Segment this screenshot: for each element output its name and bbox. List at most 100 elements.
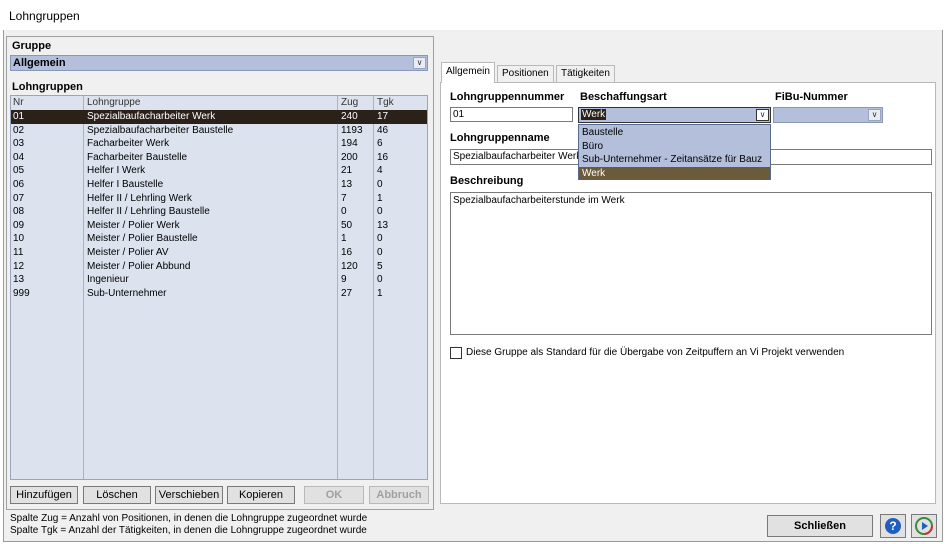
- table-row[interactable]: 04 Facharbeiter Baustelle 200 16: [11, 151, 427, 165]
- chevron-down-icon[interactable]: ∨: [413, 57, 426, 69]
- status-line-2: Spalte Tgk = Anzahl der Tätigkeiten, in …: [10, 525, 367, 536]
- gruppe-label: Gruppe: [12, 40, 52, 52]
- table-cell: Sub-Unternehmer: [87, 287, 167, 299]
- table-row[interactable]: 02 Spezialbaufacharbeiter Baustelle 1193 46: [11, 124, 427, 138]
- dropdown-option[interactable]: Baustelle: [579, 126, 770, 140]
- title-bar: Lohngruppen: [0, 0, 946, 30]
- table-cell: 9: [341, 274, 347, 286]
- move-button-label: Verschieben: [158, 489, 220, 501]
- table-row[interactable]: 11 Meister / Polier AV 16 0: [11, 246, 427, 260]
- beschreibung-label: Beschreibung: [450, 175, 524, 187]
- table-cell: 0: [341, 206, 347, 218]
- table-cell: 13: [13, 274, 25, 286]
- standard-checkbox-label[interactable]: Diese Gruppe als Standard für die Überga…: [466, 347, 844, 358]
- table-row[interactable]: 01 Spezialbaufacharbeiter Werk 240 17: [11, 110, 427, 124]
- table-row[interactable]: 999 Sub-Unternehmer 27 1: [11, 287, 427, 301]
- tab-taetigkeiten[interactable]: Tätigkeiten: [556, 65, 615, 82]
- beschaffung-select[interactable]: Werk ∨: [578, 107, 771, 123]
- window-title: Lohngruppen: [9, 9, 80, 23]
- beschaffung-value: Werk: [581, 109, 607, 120]
- table-cell: 7: [341, 192, 347, 204]
- table-row[interactable]: 09 Meister / Polier Werk 50 13: [11, 219, 427, 233]
- gruppe-select[interactable]: Allgemein ∨: [10, 55, 428, 71]
- status-line-1: Spalte Zug = Anzahl von Positionen, in d…: [10, 513, 368, 524]
- cancel-button[interactable]: Abbruch: [369, 486, 429, 504]
- add-button-label: Hinzufügen: [16, 489, 72, 501]
- table-row[interactable]: 10 Meister / Polier Baustelle 1 0: [11, 232, 427, 246]
- table-cell: 6: [377, 138, 383, 150]
- table-cell: 4: [377, 165, 383, 177]
- dropdown-option[interactable]: Sub-Unternehmer - Zeitansätze für Bauz: [579, 153, 770, 167]
- table-row[interactable]: 13 Ingenieur 9 0: [11, 273, 427, 287]
- table-row[interactable]: 07 Helfer II / Lehrling Werk 7 1: [11, 192, 427, 206]
- table-row[interactable]: 03 Facharbeiter Werk 194 6: [11, 137, 427, 151]
- chevron-down-icon[interactable]: ∨: [868, 109, 881, 121]
- table-cell: 06: [13, 179, 25, 190]
- table-cell: 46: [377, 124, 389, 136]
- table-cell: 0: [377, 233, 383, 245]
- table-cell: 0: [377, 247, 383, 258]
- dropdown-option[interactable]: Büro: [579, 140, 770, 154]
- column-header-nr[interactable]: Nr: [13, 97, 24, 108]
- ok-button[interactable]: OK: [304, 486, 364, 504]
- fibu-label: FiBu-Nummer: [775, 91, 848, 103]
- table-cell: Facharbeiter Werk: [87, 138, 170, 150]
- table-cell: 0: [377, 274, 383, 286]
- chevron-down-icon[interactable]: ∨: [756, 109, 769, 121]
- table-cell: 1: [341, 233, 347, 245]
- delete-button-label: Löschen: [96, 489, 138, 501]
- table-row[interactable]: 05 Helfer I Werk 21 4: [11, 164, 427, 178]
- column-header-zug[interactable]: Zug: [341, 97, 358, 108]
- nummer-label: Lohngruppennummer: [450, 91, 565, 103]
- dropdown-option-highlighted[interactable]: Werk: [579, 166, 770, 180]
- play-button[interactable]: [911, 514, 937, 538]
- close-button[interactable]: Schließen: [767, 515, 873, 537]
- table-row[interactable]: 12 Meister / Polier Abbund 120 5: [11, 260, 427, 274]
- table-cell: Meister / Polier Werk: [87, 219, 180, 231]
- close-button-label: Schließen: [794, 520, 846, 532]
- fibu-select[interactable]: ∨: [773, 107, 883, 123]
- table-cell: 1: [377, 287, 383, 299]
- table-cell: 0: [377, 179, 383, 190]
- table-cell: 16: [341, 247, 353, 258]
- standard-checkbox[interactable]: [450, 347, 462, 359]
- table-cell: 240: [341, 111, 358, 122]
- lohngruppen-table[interactable]: Nr Lohngruppe Zug Tgk 01 Spezialbaufachar…: [10, 95, 428, 480]
- column-header-lohngruppe[interactable]: Lohngruppe: [87, 97, 140, 108]
- add-button[interactable]: Hinzufügen: [10, 486, 78, 504]
- table-cell: 120: [341, 260, 358, 272]
- beschaffung-label: Beschaffungsart: [580, 91, 667, 103]
- cancel-button-label: Abbruch: [376, 489, 422, 501]
- tab-positionen[interactable]: Positionen: [497, 65, 554, 82]
- table-row[interactable]: 06 Helfer I Baustelle 13 0: [11, 178, 427, 192]
- table-cell: Helfer I Baustelle: [87, 179, 164, 190]
- table-row[interactable]: 08 Helfer II / Lehrling Baustelle 0 0: [11, 205, 427, 219]
- table-cell: 16: [377, 151, 389, 163]
- table-cell: 04: [13, 151, 25, 163]
- table-cell: 1: [377, 192, 383, 204]
- table-cell: Spezialbaufacharbeiter Werk: [87, 111, 216, 122]
- table-cell: Helfer II / Lehrling Werk: [87, 192, 192, 204]
- table-cell: 5: [377, 260, 383, 272]
- nummer-input[interactable]: 01: [450, 107, 573, 122]
- table-cell: Meister / Polier AV: [87, 247, 169, 258]
- column-header-tgk[interactable]: Tgk: [377, 97, 394, 108]
- table-cell: 50: [341, 219, 353, 231]
- delete-button[interactable]: Löschen: [83, 486, 151, 504]
- move-button[interactable]: Verschieben: [155, 486, 223, 504]
- help-button[interactable]: ?: [880, 514, 906, 538]
- table-cell: 1193: [341, 124, 363, 136]
- copy-button[interactable]: Kopieren: [227, 486, 295, 504]
- beschreibung-textarea[interactable]: Spezialbaufacharbeiterstunde im Werk: [450, 192, 932, 335]
- svg-text:?: ?: [889, 519, 896, 533]
- table-cell: Helfer II / Lehrling Baustelle: [87, 206, 210, 218]
- table-cell: Helfer I Werk: [87, 165, 146, 177]
- table-cell: Spezialbaufacharbeiter Baustelle: [87, 124, 234, 136]
- tab-allgemein[interactable]: Allgemein: [441, 62, 495, 83]
- beschaffung-dropdown-list[interactable]: Baustelle Büro Sub-Unternehmer - Zeitans…: [578, 124, 771, 180]
- gruppe-value: Allgemein: [13, 57, 66, 69]
- table-cell: Ingenieur: [87, 274, 129, 286]
- table-cell: 194: [341, 138, 358, 150]
- table-cell: 05: [13, 165, 25, 177]
- ok-button-label: OK: [325, 489, 343, 501]
